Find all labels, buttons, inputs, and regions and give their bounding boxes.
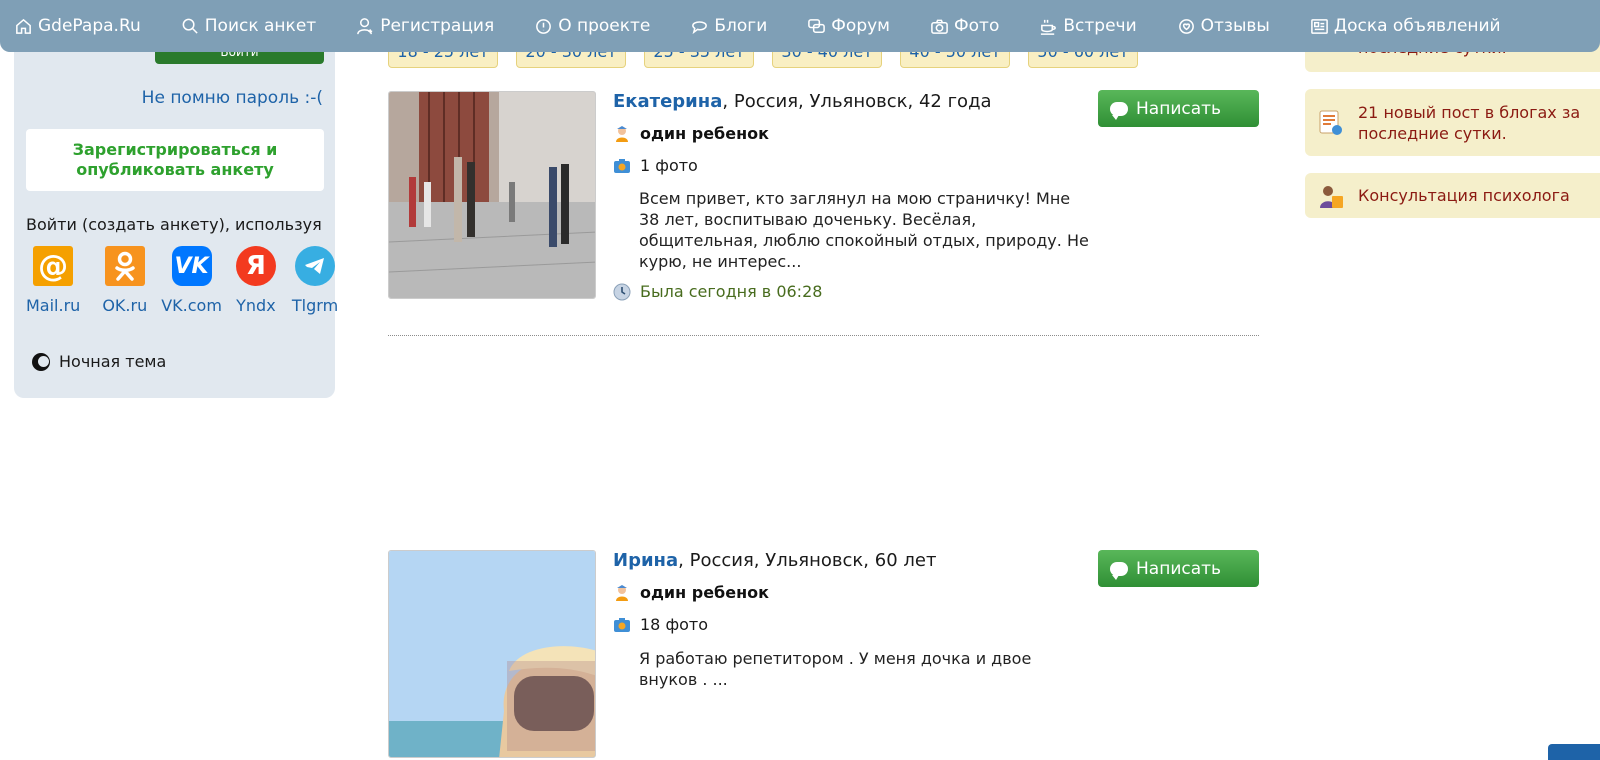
message-icon	[1110, 101, 1128, 120]
top-navigation: GdePapa.Ru Поиск анкет Регистрация О про…	[0, 0, 1600, 52]
camera-icon	[614, 158, 630, 173]
social-login-title: Войти (создать анкету), используя	[26, 215, 322, 234]
social-ok[interactable]: OK.ru	[102, 246, 147, 315]
nav-forum-label: Форум	[831, 16, 891, 36]
profile-name-2[interactable]: Ирина	[613, 550, 678, 571]
profile-description-2: Я работаю репетитором . У меня дочка и д…	[639, 649, 1032, 689]
forgot-password-link[interactable]: Не помню пароль :-(	[142, 88, 323, 108]
nav-photo-label: Фото	[954, 16, 1000, 36]
camera-icon	[614, 617, 630, 632]
child-icon	[616, 125, 628, 142]
page: GdePapa.Ru Поиск анкет Регистрация О про…	[0, 0, 1600, 760]
profile-description-1: Всем привет, кто заглянул на мою странич…	[639, 189, 1089, 271]
night-theme-label: Ночная тема	[59, 352, 167, 371]
chat-icon	[692, 20, 708, 34]
profile-name-1[interactable]: Екатерина	[613, 91, 722, 112]
blog-post-icon	[1319, 110, 1342, 135]
profile-lastseen-1: Была сегодня в 06:28	[640, 282, 823, 301]
left-sidebar: Войти Не помню пароль :-( Зарегистрирова…	[14, 30, 338, 398]
nav-search-label: Поиск анкет	[204, 16, 317, 36]
write-button-1[interactable]: Написать	[1098, 90, 1259, 127]
nav-blogs[interactable]: Блоги	[690, 0, 767, 52]
heart-chat-icon	[1178, 18, 1194, 34]
home-icon	[16, 18, 31, 34]
nav-registration[interactable]: Регистрация	[356, 0, 494, 52]
nav-meetings-label: Встречи	[1063, 16, 1137, 36]
profile-photos-row-2[interactable]: 18 фото	[613, 615, 708, 634]
social-telegram-label: Tlgrm	[291, 296, 339, 315]
telegram-icon	[295, 246, 336, 286]
profile-photo-1[interactable]	[388, 91, 596, 299]
nav-search[interactable]: Поиск анкет	[181, 0, 316, 52]
profile-photos-2: 18 фото	[640, 615, 709, 634]
social-vk[interactable]: VK VK.com	[161, 246, 222, 315]
right-notice-psychologist-text: Консультация психолога	[1358, 186, 1570, 205]
board-icon	[1310, 18, 1328, 34]
camera-icon	[931, 19, 948, 34]
profile-divider	[388, 335, 1259, 336]
social-telegram[interactable]: Tlgrm	[292, 246, 338, 315]
search-icon	[182, 18, 198, 34]
write-button-2[interactable]: Написать	[1098, 550, 1259, 587]
social-mailru-label: Mail.ru	[26, 296, 81, 315]
scroll-corner-button[interactable]	[1548, 744, 1600, 760]
mailru-icon: @	[33, 246, 74, 286]
profile-photos-1: 1 фото	[640, 156, 698, 175]
nav-meetings[interactable]: Встречи	[1039, 0, 1137, 52]
profile-location-2: , Россия, Ульяновск, 60 лет	[678, 550, 937, 571]
write-button-label-1: Написать	[1136, 98, 1222, 119]
nav-about-label: О проекте	[558, 16, 651, 36]
user-add-icon	[357, 17, 373, 34]
register-button[interactable]: Зарегистрироваться и опубликовать анкету	[26, 129, 324, 191]
nav-reviews-label: Отзывы	[1200, 16, 1270, 36]
message-icon	[1110, 561, 1128, 580]
profile-location-1: , Россия, Ульяновск, 42 года	[722, 91, 992, 112]
info-icon	[536, 18, 552, 34]
social-mailru[interactable]: @ Mail.ru	[26, 246, 80, 315]
night-theme-toggle[interactable]: Ночная тема	[32, 352, 166, 371]
profile-name-line-2: Ирина, Россия, Ульяновск, 60 лет	[613, 550, 936, 571]
child-icon	[616, 584, 628, 601]
psychologist-icon	[1320, 185, 1343, 208]
nav-board[interactable]: Доска объявлений	[1310, 0, 1501, 52]
yandex-icon: Я	[235, 246, 276, 286]
cup-icon	[1041, 19, 1057, 35]
clock-icon	[613, 283, 631, 300]
profile-photos-row-1[interactable]: 1 фото	[613, 156, 698, 175]
nav-blogs-label: Блоги	[714, 16, 768, 36]
profile-name-line-1: Екатерина, Россия, Ульяновск, 42 года	[613, 91, 992, 112]
nav-reviews[interactable]: Отзывы	[1177, 0, 1270, 52]
nav-home[interactable]: GdePapa.Ru	[14, 0, 141, 52]
nav-board-label: Доска объявлений	[1333, 16, 1501, 36]
profile-children-row-2: один ребенок	[613, 583, 769, 602]
right-notice-psychologist[interactable]: Консультация психолога	[1305, 173, 1600, 218]
social-login-row: @ Mail.ru OK.ru VK VK.com Я Yndx Tlgrm	[26, 246, 338, 315]
profile-children-1: один ребенок	[640, 124, 769, 143]
vk-icon: VK	[171, 246, 212, 286]
profile-children-2: один ребенок	[640, 583, 769, 602]
social-vk-label: VK.com	[161, 296, 222, 315]
nav-about[interactable]: О проекте	[534, 0, 650, 52]
right-notice-blogs-text: 21 новый пост в блогах за последние сутк…	[1358, 102, 1581, 143]
profile-photo-2[interactable]	[388, 550, 596, 758]
moon-icon	[32, 352, 50, 371]
profile-lastseen-row-1: Была сегодня в 06:28	[613, 282, 822, 301]
nav-photo[interactable]: Фото	[930, 0, 999, 52]
forum-icon	[808, 18, 826, 33]
nav-registration-label: Регистрация	[380, 16, 495, 36]
social-ok-label: OK.ru	[102, 296, 148, 315]
social-yandex[interactable]: Я Yndx	[235, 246, 276, 315]
social-yandex-label: Yndx	[236, 296, 276, 315]
nav-forum[interactable]: Форум	[807, 0, 890, 52]
profile-children-row-1: один ребенок	[613, 124, 769, 143]
right-notice-blogs[interactable]: 21 новый пост в блогах за последние сутк…	[1305, 89, 1600, 156]
write-button-label-2: Написать	[1136, 558, 1222, 579]
login-button[interactable]: Войти	[155, 50, 324, 64]
nav-home-label: GdePapa.Ru	[38, 16, 141, 36]
ok-icon	[104, 246, 145, 286]
